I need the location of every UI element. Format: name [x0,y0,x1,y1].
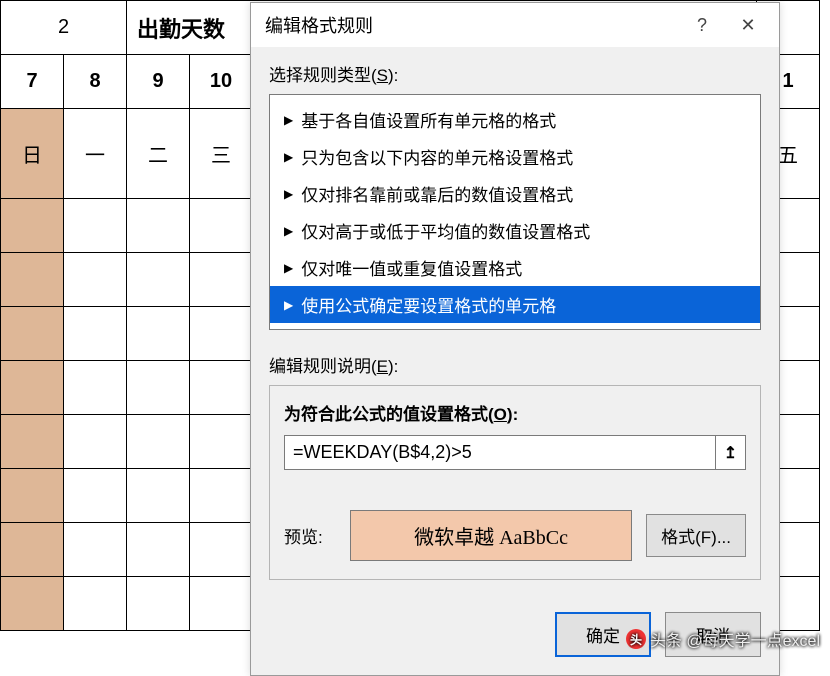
arrow-icon: ▶ [284,261,293,275]
cell[interactable] [1,253,64,307]
cell[interactable] [64,577,127,631]
cell[interactable] [127,307,190,361]
cell[interactable]: 8 [64,55,127,109]
watermark: 头 头条 @每天学一点excel [626,627,820,651]
cell[interactable] [190,577,253,631]
cell[interactable] [190,307,253,361]
cell[interactable] [64,199,127,253]
rule-desc-label: 编辑规则说明(E): [269,352,761,377]
cell[interactable] [64,523,127,577]
cell[interactable] [1,577,64,631]
cell[interactable] [127,415,190,469]
rule-item[interactable]: ▶只为包含以下内容的单元格设置格式 [270,138,760,175]
rule-type-list[interactable]: ▶基于各自值设置所有单元格的格式 ▶只为包含以下内容的单元格设置格式 ▶仅对排名… [269,94,761,330]
cell[interactable] [64,415,127,469]
cell-weekday[interactable]: 一 [64,109,127,199]
rule-type-label: 选择规则类型(S): [269,61,761,86]
cell-weekday[interactable]: 日 [1,109,64,199]
cell[interactable] [64,253,127,307]
dialog-title: 编辑格式规则 [265,12,679,38]
cell[interactable]: 10 [190,55,253,109]
cell[interactable] [64,307,127,361]
help-icon: ? [697,15,707,36]
close-button[interactable]: ✕ [725,5,771,45]
help-button[interactable]: ? [679,5,725,45]
cell[interactable] [1,469,64,523]
rule-item[interactable]: ▶仅对唯一值或重复值设置格式 [270,249,760,286]
close-icon: ✕ [740,15,755,36]
cell-weekday[interactable]: 二 [127,109,190,199]
rule-item[interactable]: ▶仅对排名靠前或靠后的数值设置格式 [270,175,760,212]
arrow-icon: ▶ [284,113,293,127]
formula-input[interactable] [284,435,716,470]
cell[interactable] [190,523,253,577]
cell[interactable] [190,253,253,307]
arrow-icon: ▶ [284,187,293,201]
rule-item[interactable]: ▶基于各自值设置所有单元格的格式 [270,101,760,138]
watermark-text: 头条 @每天学一点excel [650,627,820,651]
cell-month[interactable]: 2 [1,1,127,55]
cell[interactable] [127,469,190,523]
cell[interactable] [64,469,127,523]
arrow-icon: ▶ [284,298,293,312]
collapse-dialog-button[interactable]: ↥ [716,435,746,470]
cell[interactable] [1,307,64,361]
cell[interactable]: 7 [1,55,64,109]
preview-label: 预览: [284,523,336,548]
cell[interactable] [190,361,253,415]
cell[interactable] [190,199,253,253]
format-button[interactable]: 格式(F)... [646,514,746,557]
cell[interactable] [1,199,64,253]
preview-sample: 微软卓越 AaBbCc [350,510,632,561]
cell[interactable] [64,361,127,415]
cell[interactable] [127,199,190,253]
cell[interactable] [1,415,64,469]
formula-label: 为符合此公式的值设置格式(O): [284,400,746,425]
cell[interactable] [127,361,190,415]
cell[interactable] [1,361,64,415]
arrow-icon: ▶ [284,224,293,238]
rule-desc-panel: 为符合此公式的值设置格式(O): ↥ 预览: 微软卓越 AaBbCc 格式(F)… [269,385,761,580]
dialog-titlebar[interactable]: 编辑格式规则 ? ✕ [251,3,779,47]
cell[interactable] [1,523,64,577]
cell[interactable] [127,523,190,577]
arrow-icon: ▶ [284,150,293,164]
watermark-logo-icon: 头 [626,629,646,649]
cell-weekday[interactable]: 三 [190,109,253,199]
cell[interactable] [127,253,190,307]
cell[interactable] [190,469,253,523]
cell[interactable] [190,415,253,469]
cell[interactable] [127,577,190,631]
rule-item[interactable]: ▶仅对高于或低于平均值的数值设置格式 [270,212,760,249]
rule-item-selected[interactable]: ▶使用公式确定要设置格式的单元格 [270,286,760,323]
edit-format-rule-dialog: 编辑格式规则 ? ✕ 选择规则类型(S): ▶基于各自值设置所有单元格的格式 ▶… [250,2,780,676]
cell[interactable]: 9 [127,55,190,109]
collapse-icon: ↥ [724,443,737,463]
